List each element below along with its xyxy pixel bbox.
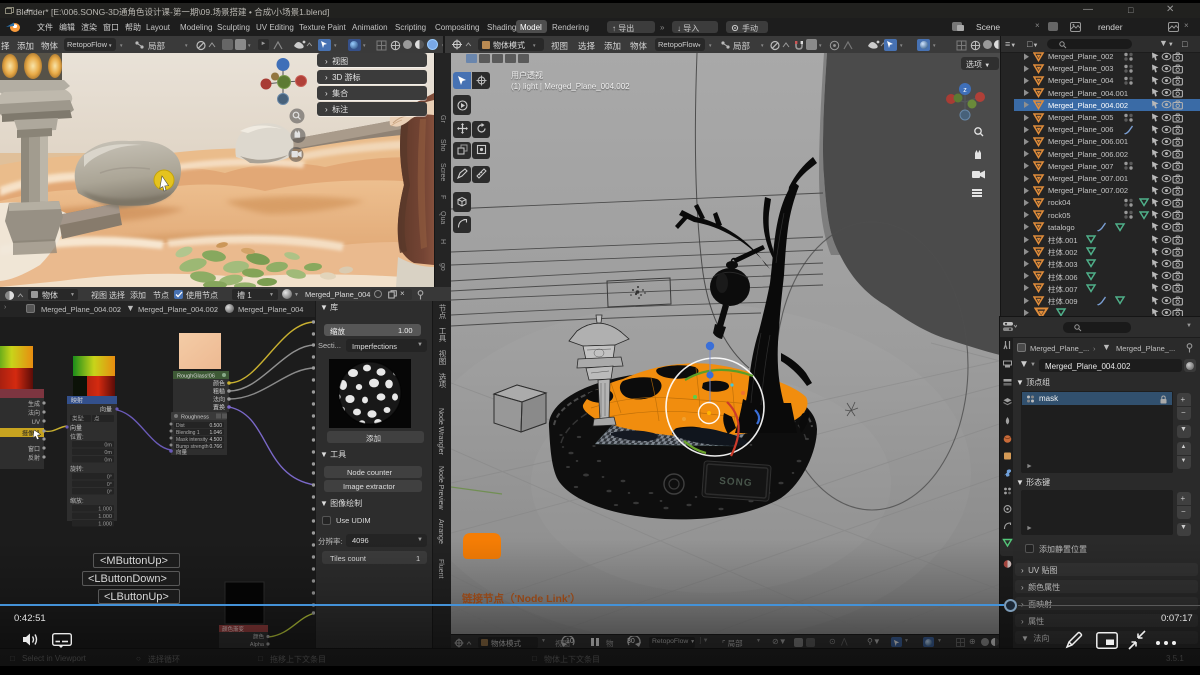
svg-text:Mask intensity: Mask intensity [176, 437, 208, 443]
svg-text:1.000: 1.000 [98, 514, 112, 520]
svg-text:0.766: 0.766 [209, 444, 222, 450]
svg-text:1.000: 1.000 [98, 507, 112, 513]
svg-text:颜色渐变: 颜色渐变 [222, 625, 245, 633]
svg-text:Dist: Dist [176, 423, 185, 429]
svg-text:z: z [963, 87, 967, 94]
svg-text:向量: 向量 [70, 424, 82, 432]
svg-text:Blending 1: Blending 1 [176, 430, 200, 436]
svg-text:1.000: 1.000 [98, 522, 112, 528]
svg-text:UV: UV [32, 420, 40, 426]
svg-text:旋转:: 旋转: [70, 465, 84, 473]
svg-text:RoughGlass!06: RoughGlass!06 [177, 374, 215, 380]
svg-text:0°: 0° [107, 490, 112, 496]
svg-text:0°: 0° [107, 475, 112, 481]
svg-text:颜色: 颜色 [213, 380, 225, 388]
svg-text:颜色: 颜色 [253, 633, 265, 641]
svg-text:类型:: 类型: [72, 415, 85, 423]
svg-text:0°: 0° [107, 482, 112, 488]
svg-text:0.500: 0.500 [209, 423, 222, 429]
svg-text:0m: 0m [104, 443, 112, 449]
svg-text:缩放:: 缩放: [70, 497, 84, 505]
svg-text:4.500: 4.500 [209, 437, 222, 443]
svg-text:法向: 法向 [213, 396, 225, 404]
svg-text:位置:: 位置: [70, 433, 84, 441]
svg-text:法向: 法向 [28, 409, 40, 417]
svg-text:向量: 向量 [176, 448, 188, 456]
svg-text:0m: 0m [104, 450, 112, 456]
svg-text:反射: 反射 [28, 454, 40, 462]
svg-text:点: 点 [94, 416, 100, 423]
svg-text:1.046: 1.046 [209, 430, 222, 436]
svg-text:向量: 向量 [100, 406, 112, 414]
svg-text:置换: 置换 [213, 404, 225, 412]
svg-text:Roughness: Roughness [181, 415, 209, 421]
svg-text:0m: 0m [104, 458, 112, 464]
svg-text:窗口: 窗口 [28, 445, 40, 453]
svg-text:映射: 映射 [71, 397, 83, 405]
svg-text:粗糙: 粗糙 [213, 388, 225, 396]
svg-text:生成: 生成 [28, 400, 40, 408]
svg-text:SONG: SONG [719, 476, 753, 489]
